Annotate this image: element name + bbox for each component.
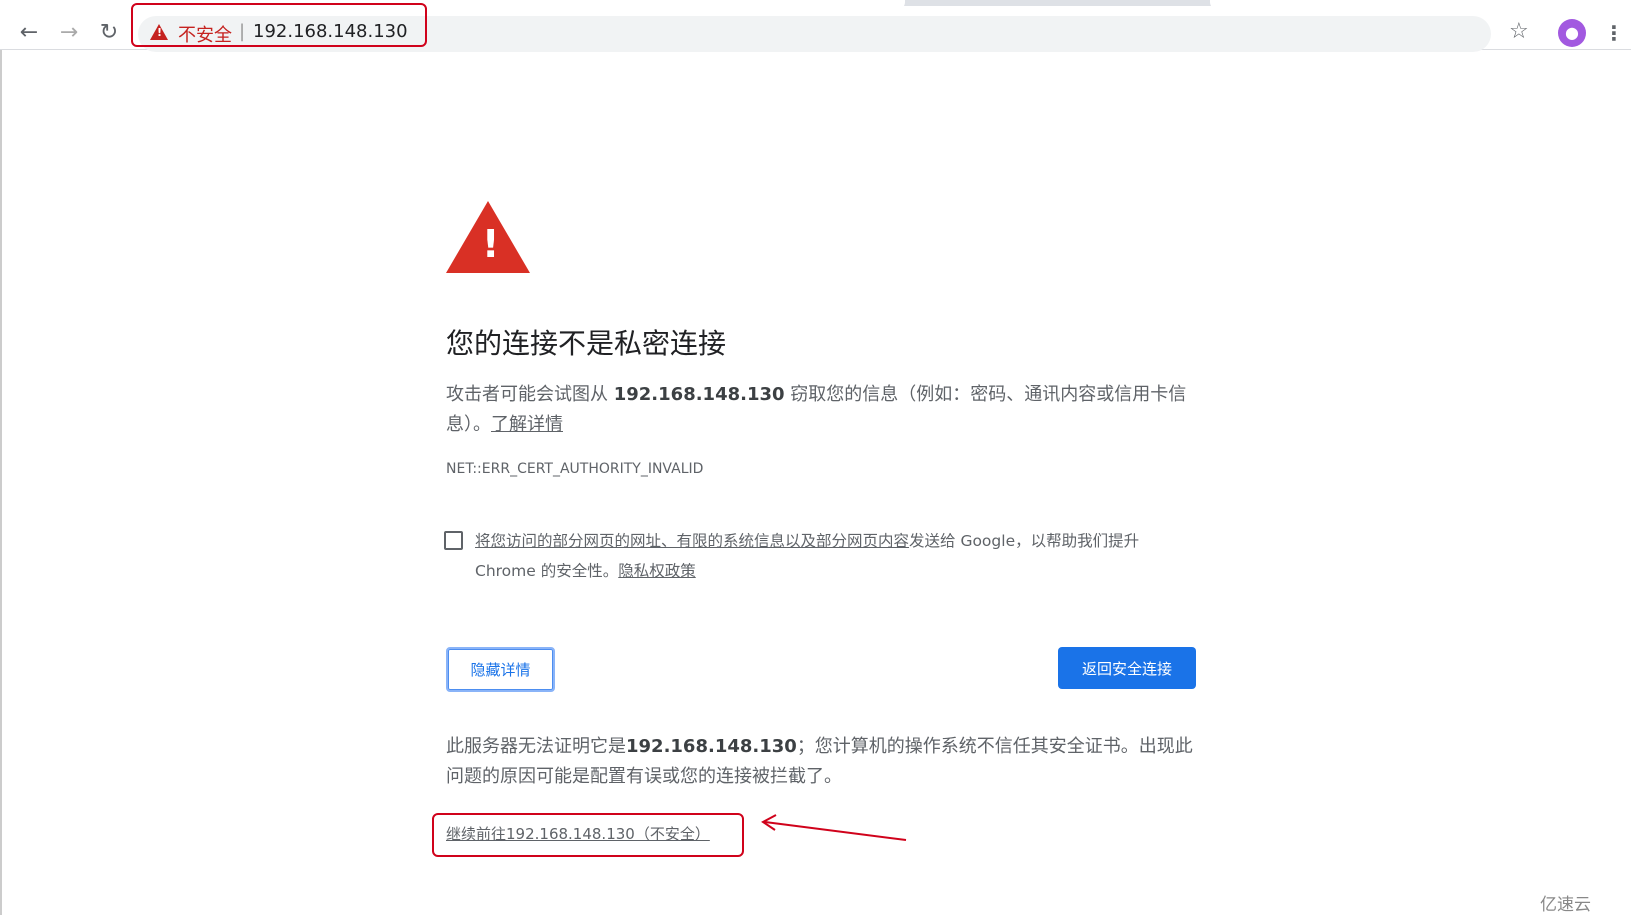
details-pre: 此服务器无法证明它是	[446, 736, 626, 757]
menu-icon[interactable]: ⋮	[1604, 18, 1624, 48]
back-icon[interactable]: ←	[16, 18, 42, 48]
watermark: 亿速云	[1540, 895, 1591, 915]
description: 攻击者可能会试图从 192.168.148.130 窃取您的信息（例如：密码、通…	[446, 380, 1206, 440]
hide-details-button[interactable]: 隐藏详情	[446, 647, 555, 692]
window-edge	[0, 50, 2, 915]
forward-icon[interactable]: →	[56, 18, 82, 48]
star-icon[interactable]: ☆	[1509, 19, 1529, 44]
warning-triangle-icon: !	[446, 201, 530, 273]
error-code: NET::ERR_CERT_AUTHORITY_INVALID	[446, 461, 704, 477]
page-title: 您的连接不是私密连接	[446, 327, 727, 360]
checkbox-label: 将您访问的部分网页的网址、有限的系统信息以及部分网页内容发送给 Google，以…	[475, 526, 1195, 586]
desc-host: 192.168.148.130	[613, 384, 785, 405]
avatar[interactable]: ●	[1558, 19, 1586, 47]
details-host: 192.168.148.130	[626, 736, 797, 757]
learn-more-link[interactable]: 了解详情	[491, 414, 563, 435]
reload-icon[interactable]: ↻	[96, 18, 122, 48]
annotation-box-proceed	[432, 813, 744, 857]
privacy-policy-link[interactable]: 隐私权政策	[618, 562, 696, 580]
report-checkbox[interactable]	[444, 531, 463, 550]
details-text: 此服务器无法证明它是192.168.148.130；您计算机的操作系统不信任其安…	[446, 732, 1206, 792]
back-to-safety-button[interactable]: 返回安全连接	[1058, 647, 1196, 689]
desc-text: 攻击者可能会试图从	[446, 384, 614, 405]
annotation-box-address	[131, 3, 427, 47]
checkbox-details-link[interactable]: 将您访问的部分网页的网址、有限的系统信息以及部分网页内容	[475, 532, 909, 550]
